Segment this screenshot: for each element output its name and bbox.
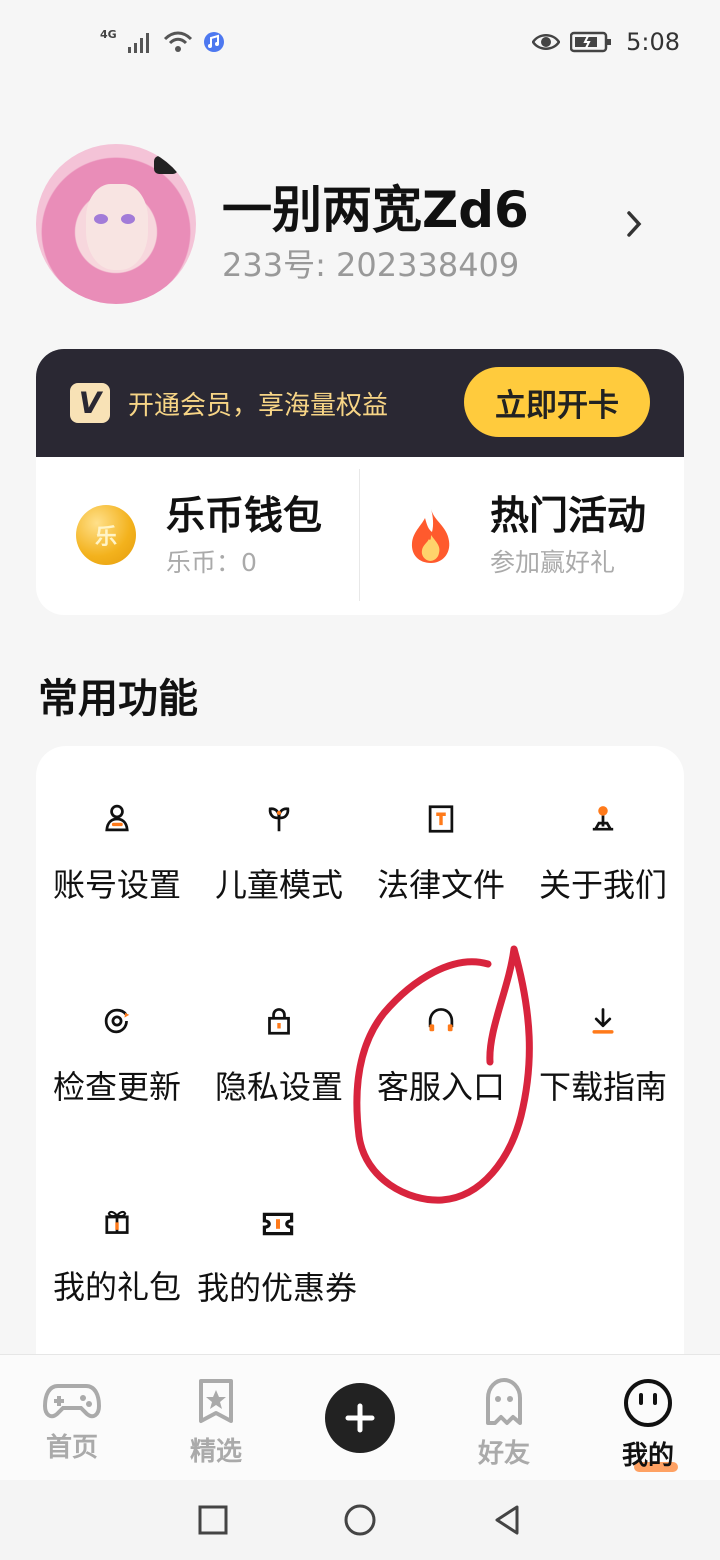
coin-balance: 乐币：0 [166, 548, 257, 577]
hot-events-info: 热门活动 参加赢好礼 [490, 493, 646, 579]
feature-download-guide[interactable]: 下载指南 [522, 948, 684, 1108]
wifi-icon [163, 31, 192, 52]
avatar-eye-left [94, 214, 108, 224]
status-bar: 4G 5:08 [0, 0, 720, 84]
feature-label: 下载指南 [538, 1068, 667, 1106]
feature-label: 我的礼包 [52, 1268, 181, 1306]
feature-my-coupons[interactable]: 我的优惠券 [197, 1148, 358, 1308]
avatar-bow [154, 156, 178, 174]
user-icon [105, 804, 129, 832]
hot-events-title: 热门活动 [490, 494, 647, 539]
star-bookmark-icon [199, 1379, 233, 1423]
music-icon [203, 32, 224, 52]
coin-wallet-title: 乐币钱包 [166, 494, 323, 539]
status-right: 5:08 [532, 28, 680, 56]
joystick-icon [592, 806, 614, 831]
vip-banner[interactable]: V 开通会员，享海量权益 立即开卡 [36, 349, 684, 457]
common-functions-title: 常用功能 [38, 676, 198, 722]
ghost-icon [486, 1378, 522, 1425]
coin-wallet-info: 乐币钱包 乐币：0 [166, 493, 322, 579]
feature-label: 我的优惠券 [197, 1269, 358, 1307]
home-icon[interactable] [342, 1502, 378, 1538]
username: 一别两宽Zd6 [222, 181, 529, 239]
user-id: 233号: 202338409 [222, 246, 520, 284]
vip-and-wallet-card: V 开通会员，享海量权益 立即开卡 乐 乐币钱包 乐币：0 热门活动 参加赢好礼 [36, 349, 684, 615]
tab-home[interactable]: 首页 [27, 1377, 117, 1464]
eye-icon [532, 34, 561, 50]
feature-account-settings[interactable]: 账号设置 [36, 746, 198, 906]
chevron-right-icon[interactable] [626, 210, 642, 238]
tab-friends[interactable]: 好友 [459, 1377, 549, 1470]
refresh-icon [104, 1008, 130, 1034]
gamepad-icon [42, 1384, 102, 1419]
feature-my-gift-pack[interactable]: 我的礼包 [36, 1148, 198, 1308]
gift-icon [105, 1210, 129, 1234]
tab-mine-label-wrapper: 我的 [621, 1435, 678, 1472]
feature-label: 关于我们 [538, 866, 667, 904]
ticket-icon [262, 1212, 294, 1236]
tab-friends-label: 好友 [477, 1439, 530, 1469]
system-navigation-bar [0, 1480, 720, 1560]
feature-kids-mode[interactable]: 儿童模式 [198, 746, 360, 906]
tab-home-label: 首页 [45, 1433, 98, 1463]
lock-icon [268, 1008, 290, 1035]
coin-icon: 乐 [76, 505, 138, 567]
avatar-face [86, 184, 148, 270]
recent-apps-icon[interactable] [196, 1503, 230, 1537]
fire-icon [411, 509, 450, 563]
tab-mine[interactable]: 我的 [603, 1377, 693, 1472]
profile-header[interactable]: 一别两宽Zd6 233号: 202338409 [36, 144, 684, 304]
wallet-row: 乐 乐币钱包 乐币：0 热门活动 参加赢好礼 [36, 457, 684, 615]
feature-check-update[interactable]: 检查更新 [36, 948, 198, 1108]
hot-events-subtitle: 参加赢好礼 [490, 548, 616, 577]
back-icon[interactable] [490, 1502, 524, 1538]
feature-label: 隐私设置 [214, 1068, 343, 1106]
avatar[interactable] [36, 144, 196, 304]
hot-events[interactable]: 热门活动 参加赢好礼 [360, 457, 684, 615]
plus-icon [345, 1403, 375, 1433]
feature-about-us[interactable]: 关于我们 [522, 746, 684, 906]
feature-label: 检查更新 [52, 1068, 181, 1106]
coin-wallet[interactable]: 乐 乐币钱包 乐币：0 [36, 457, 360, 615]
feature-label: 账号设置 [52, 866, 181, 904]
coin-symbol: 乐 [76, 505, 136, 565]
sprout-icon [268, 807, 290, 832]
tab-mine-label: 我的 [621, 1441, 674, 1471]
feature-label: 法律文件 [376, 866, 505, 904]
feature-legal-documents[interactable]: 法律文件 [360, 746, 522, 906]
battery-icon [570, 31, 612, 53]
status-left: 4G [100, 27, 225, 54]
avatar-eye-right [121, 214, 135, 224]
vip-open-button[interactable]: 立即开卡 [464, 367, 650, 437]
add-button[interactable] [325, 1383, 395, 1453]
document-icon [428, 805, 454, 833]
red-circle-annotation [353, 945, 533, 1204]
feature-privacy-settings[interactable]: 隐私设置 [198, 948, 360, 1108]
feature-label: 儿童模式 [214, 866, 343, 904]
tab-featured-label: 精选 [189, 1437, 242, 1467]
bottom-tab-bar: 首页 精选 好友 我的 [0, 1354, 720, 1480]
vip-promo-text: 开通会员，享海量权益 [128, 390, 389, 421]
face-icon [624, 1379, 672, 1427]
network-type: 4G [100, 27, 117, 41]
signal-icon [127, 33, 149, 53]
clock: 5:08 [626, 28, 680, 56]
vip-logo: V [70, 383, 110, 423]
tab-featured[interactable]: 精选 [171, 1377, 261, 1468]
download-icon [592, 1008, 614, 1034]
